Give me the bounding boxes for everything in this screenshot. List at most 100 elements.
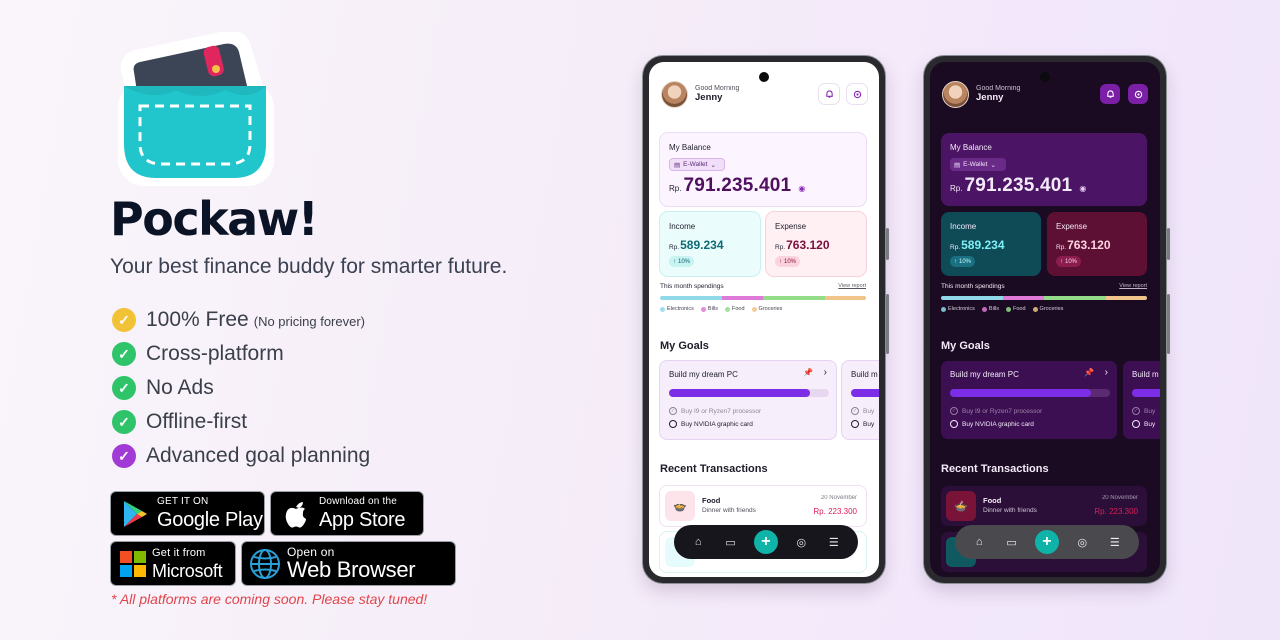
wallet-select[interactable]: ▤ E-Wallet ⌄	[669, 158, 725, 171]
expense-card[interactable]: Expense Rp. 763.120 ↑ 10%	[1047, 212, 1147, 276]
goal-title: Build m	[1132, 370, 1159, 379]
feature-item: ✓ Cross-platform	[112, 337, 370, 371]
currency: Rp.	[775, 244, 786, 251]
arrow-up-icon: ↑	[954, 258, 957, 265]
pin-icon[interactable]: 📌	[803, 368, 813, 377]
document-icon[interactable]: ▭	[1003, 536, 1021, 549]
goal-task[interactable]: ✓ Buy	[851, 407, 874, 415]
add-button[interactable]: +	[753, 530, 778, 554]
app-screen-light: Good Morning Jenny My Balance ▤ E-Wallet…	[649, 62, 879, 577]
bell-icon	[1106, 89, 1114, 98]
balance-amount: 791.235.401	[964, 175, 1073, 196]
goal-card-peek[interactable]: Build m ✓ Buy Buy	[842, 361, 879, 439]
income-label: Income	[669, 222, 696, 231]
web-browser-button[interactable]: Open on Web Browser	[241, 541, 456, 586]
goal-task[interactable]: Buy	[1132, 420, 1155, 428]
goal-task[interactable]: ✓ Buy	[1132, 407, 1155, 415]
document-icon[interactable]: ▭	[722, 536, 740, 549]
view-report-link[interactable]: View report	[838, 283, 866, 290]
settings-button[interactable]	[847, 84, 867, 104]
avatar[interactable]	[942, 80, 969, 108]
google-play-button[interactable]: GET IT ON Google Play	[110, 491, 265, 536]
income-card[interactable]: Income Rp. 589.234 ↑ 10%	[660, 212, 760, 276]
transactions-title: Recent Transactions	[941, 463, 1049, 475]
database-icon[interactable]: ☰	[1106, 536, 1124, 549]
apple-icon	[285, 501, 306, 528]
currency: Rp.	[950, 184, 963, 193]
home-icon[interactable]: ⌂	[689, 536, 707, 548]
goal-card-peek[interactable]: Build m ✓ Buy Buy	[1123, 361, 1160, 439]
home-icon[interactable]: ⌂	[970, 536, 988, 548]
add-button[interactable]: +	[1034, 530, 1059, 554]
legend-bills: Bills	[707, 306, 718, 312]
app-store-button[interactable]: Download on the App Store	[270, 491, 424, 536]
pin-icon[interactable]: 📌	[1084, 368, 1094, 377]
goal-task-label: Buy NVIDIA graphic card	[962, 420, 1034, 428]
expense-card[interactable]: Expense Rp. 763.120 ↑ 10%	[766, 212, 866, 276]
check-icon: ✓	[112, 342, 136, 366]
income-change-badge: ↑ 10%	[950, 256, 976, 267]
notification-button[interactable]	[819, 84, 839, 104]
goal-task[interactable]: ✓ Buy I9 or Ryzen7 processor	[669, 407, 761, 415]
app-store-small: Download on the	[319, 496, 398, 507]
balance-card[interactable]: My Balance ▤ E-Wallet ⌄ Rp. 791.235.401 …	[941, 133, 1147, 206]
balance-card[interactable]: My Balance ▤ E-Wallet ⌄ Rp. 791.235.401 …	[660, 133, 866, 206]
eye-icon[interactable]: ◉	[1079, 184, 1086, 193]
check-icon: ✓	[112, 308, 136, 332]
view-report-link[interactable]: View report	[1119, 283, 1147, 290]
bell-icon	[825, 89, 833, 98]
wallet-select[interactable]: ▤ E-Wallet ⌄	[950, 158, 1006, 171]
eye-icon[interactable]: ◉	[798, 184, 805, 193]
target-icon[interactable]: ◎	[1073, 536, 1091, 549]
goal-task[interactable]: ✓ Buy I9 or Ryzen7 processor	[950, 407, 1042, 415]
google-play-small: GET IT ON	[157, 496, 209, 507]
income-card[interactable]: Income Rp. 589.234 ↑ 10%	[941, 212, 1041, 276]
expense-change-badge: ↑ 10%	[775, 256, 801, 267]
goal-task-label: Buy	[863, 407, 875, 415]
check-icon: ✓	[112, 444, 136, 468]
target-icon[interactable]: ◎	[792, 536, 810, 549]
goal-progress-bar	[669, 389, 829, 397]
tx-amount: Rp. 223.300	[813, 507, 857, 516]
goals-title: My Goals	[941, 340, 990, 352]
transaction-row[interactable]: 🍲 Food Dinner with friends 20 November R…	[660, 486, 866, 526]
chevron-right-icon[interactable]: ›	[1105, 367, 1108, 378]
feature-list: ✓ 100% Free (No pricing forever) ✓ Cross…	[112, 303, 370, 473]
currency: Rp.	[950, 244, 961, 251]
legend-food: Food	[1013, 306, 1026, 312]
check-circle-icon: ✓	[669, 407, 677, 415]
avatar[interactable]	[661, 80, 688, 108]
microsoft-small: Get it from	[152, 546, 206, 559]
goal-task[interactable]: Buy NVIDIA graphic card	[950, 420, 1034, 428]
database-icon[interactable]: ☰	[825, 536, 843, 549]
settings-button[interactable]	[1128, 84, 1148, 104]
transaction-row[interactable]: 🍲 Food Dinner with friends 20 November R…	[941, 486, 1147, 526]
goal-progress-bar	[950, 389, 1110, 397]
goals-title: My Goals	[660, 340, 709, 352]
goal-card[interactable]: Build my dream PC 📌 › ✓ Buy I9 or Ryzen7 …	[941, 361, 1117, 439]
goal-title: Build my dream PC	[950, 370, 1019, 379]
feature-note: (No pricing forever)	[253, 314, 365, 329]
microsoft-store-button[interactable]: Get it from Microsoft	[110, 541, 236, 586]
legend-electronics: Electronics	[667, 306, 694, 312]
goal-task[interactable]: Buy NVIDIA graphic card	[669, 420, 753, 428]
expense-label: Expense	[1056, 222, 1088, 231]
income-change: 10%	[678, 258, 691, 265]
goal-task-label: Buy I9 or Ryzen7 processor	[962, 407, 1043, 415]
goal-task[interactable]: Buy	[851, 420, 874, 428]
goal-card[interactable]: Build my dream PC 📌 › ✓ Buy I9 or Ryzen7 …	[660, 361, 836, 439]
chevron-right-icon[interactable]: ›	[824, 367, 827, 378]
greeting: Good Morning	[695, 84, 740, 92]
food-icon: 🍲	[946, 491, 976, 521]
spendings-label: This month spendings	[660, 283, 724, 290]
expense-amount: 763.120	[1067, 238, 1111, 252]
legend-food: Food	[732, 306, 745, 312]
income-amount: 589.234	[961, 238, 1005, 252]
tx-date: 20 November	[820, 495, 857, 501]
disclaimer: * All platforms are coming soon. Please …	[111, 591, 428, 607]
check-icon: ✓	[112, 376, 136, 400]
legend-bills: Bills	[988, 306, 999, 312]
income-change-badge: ↑ 10%	[669, 256, 695, 267]
notification-button[interactable]	[1100, 84, 1120, 104]
feature-item: ✓ Offline-first	[112, 405, 370, 439]
